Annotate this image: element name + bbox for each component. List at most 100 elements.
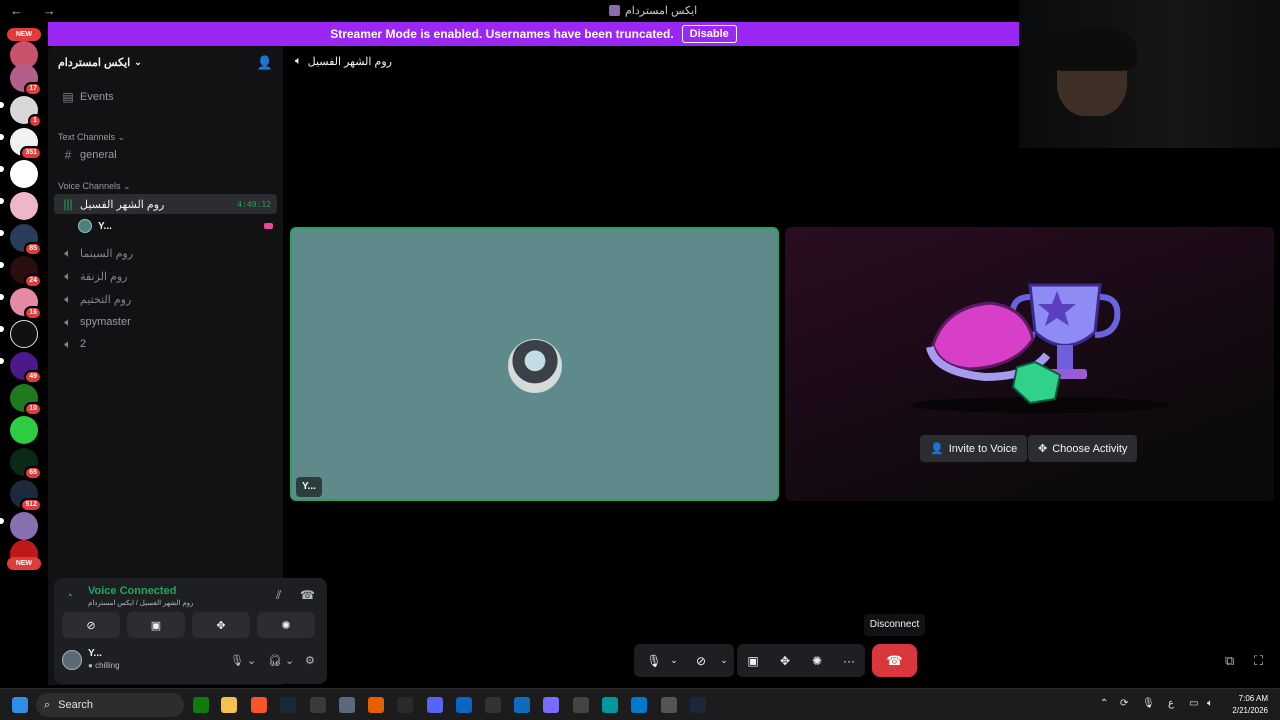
voice-channel[interactable]: 🔈︎ روم الزنقة xyxy=(54,266,277,286)
popout-icon[interactable]: ⧉ xyxy=(1225,653,1234,669)
microphone-icon[interactable]: 🎙︎ ⌄ xyxy=(230,654,256,667)
noise-suppression-icon[interactable]: ⫽ xyxy=(276,588,281,603)
avatar[interactable] xyxy=(62,650,82,670)
signal-icon[interactable]: ◔ xyxy=(66,590,73,602)
activity-label: Choose Activity xyxy=(1052,442,1128,455)
sync-icon[interactable]: ⟳ xyxy=(1120,698,1128,709)
voice-member[interactable]: Y... xyxy=(78,217,273,235)
steam-icon[interactable] xyxy=(690,697,706,713)
disconnect-icon[interactable]: ☎ xyxy=(300,588,315,602)
server-icon[interactable] xyxy=(10,320,38,348)
voice-category[interactable]: Voice Channels ⌄ xyxy=(58,181,131,192)
start-icon[interactable] xyxy=(12,697,28,713)
server-icon[interactable] xyxy=(10,160,38,188)
speaker-icon: 🔈︎ xyxy=(295,54,302,67)
share-screen-button[interactable]: ▣ xyxy=(739,644,767,677)
channel-sidebar: ايكس امستردام ⌄ 👤 ▤ Events Text Channels… xyxy=(48,46,327,685)
screen-share-icon: ▣ xyxy=(747,653,759,668)
terminal-icon[interactable] xyxy=(485,697,501,713)
microphone-button[interactable]: 🎙︎ xyxy=(642,644,666,677)
soundboard-button[interactable]: ✺ xyxy=(803,644,831,677)
server-icon[interactable]: 16 xyxy=(10,288,42,320)
channel-label: spymaster xyxy=(80,316,131,328)
app-icon[interactable] xyxy=(310,697,326,713)
speaker-icon: 🔈︎ xyxy=(64,291,72,306)
voice-channel[interactable]: 🔈︎ روم السينما xyxy=(54,243,277,263)
av-controls: 🎙︎ ⌄ ⊘ ⌄ xyxy=(634,644,734,677)
keyboard-language[interactable]: ع xyxy=(1168,698,1174,709)
app-icon[interactable] xyxy=(661,697,677,713)
soundboard-icon: ✺ xyxy=(281,619,291,632)
activities-icon: ✥ xyxy=(1038,443,1048,455)
events-item[interactable]: ▤ Events xyxy=(54,87,277,107)
invite-people-icon[interactable]: 👤 xyxy=(257,55,273,71)
taskbar-search[interactable]: ⌕ Search xyxy=(36,693,184,717)
vscode-icon[interactable] xyxy=(631,697,647,713)
steam-icon[interactable] xyxy=(280,697,296,713)
activities-button[interactable]: ✥ xyxy=(771,644,799,677)
voice-channel[interactable]: 🔈︎ روم التختيم xyxy=(54,289,277,309)
voice-channel-active[interactable]: ||| روم الشهر الفسيل 4:49:12 xyxy=(54,194,277,214)
nav-arrows[interactable]: ← → xyxy=(10,3,64,18)
more-options-button[interactable]: ··· xyxy=(835,644,863,677)
gear-icon[interactable]: ⚙ xyxy=(305,654,315,667)
server-icon[interactable]: 65 xyxy=(10,448,42,480)
new-badge: NEW xyxy=(7,28,41,41)
disable-button[interactable]: Disable xyxy=(681,25,737,43)
mic-options-chevron[interactable]: ⌄ xyxy=(666,644,682,677)
headphones-icon[interactable]: 🎧︎ ⌄ xyxy=(268,654,294,667)
clock[interactable]: 7:06 AM 2/21/2026 xyxy=(1232,693,1268,717)
share-screen-button[interactable]: ▣ xyxy=(127,612,185,638)
windows-taskbar: ⌕ Search ⌃ ⟳ 🎙︎ ع ▭ 🔈︎ 7:06 AM 2/21/2026 xyxy=(0,688,1280,720)
unread-dot xyxy=(0,230,4,236)
camera-options-chevron[interactable]: ⌄ xyxy=(716,644,732,677)
arduino-icon[interactable] xyxy=(602,697,618,713)
camera-button[interactable]: ⊘ xyxy=(686,644,716,677)
server-icon[interactable]: 85 xyxy=(10,224,42,256)
camera-off-button[interactable]: ⊘ xyxy=(62,612,120,638)
firefox-icon[interactable] xyxy=(368,697,384,713)
microphone-icon[interactable]: 🎙︎ xyxy=(1142,698,1155,709)
server-icon[interactable] xyxy=(10,512,38,540)
server-icon[interactable]: 24 xyxy=(10,256,42,288)
xbox-icon[interactable] xyxy=(193,697,209,713)
server-icon[interactable]: 10 xyxy=(10,384,42,416)
server-icon[interactable]: 351 xyxy=(10,128,42,160)
network-icon[interactable]: ▭ xyxy=(1189,698,1198,709)
voice-location[interactable]: روم الشهر الفسيل / ايكس امستردام xyxy=(88,599,193,607)
app-icon[interactable] xyxy=(573,697,589,713)
server-icon[interactable]: 1 xyxy=(10,96,42,128)
voice-channel[interactable]: 🔈︎ spymaster xyxy=(54,312,277,332)
activities-icon: ✥ xyxy=(779,653,791,668)
guild-header[interactable]: ايكس امستردام ⌄ 👤 xyxy=(48,46,283,78)
server-icon[interactable]: 49 xyxy=(10,352,42,384)
server-icon[interactable] xyxy=(10,192,38,220)
voice-channel[interactable]: 🔈︎ 2 xyxy=(54,334,277,354)
soundboard-button[interactable]: ✺ xyxy=(257,612,315,638)
app-icon[interactable] xyxy=(514,697,530,713)
voice-status[interactable]: Voice Connected xyxy=(88,585,176,597)
choose-activity-button[interactable]: ✥ Choose Activity xyxy=(1028,435,1138,462)
guild-name: ايكس امستردام xyxy=(58,56,131,69)
app-icon[interactable] xyxy=(397,697,413,713)
text-category[interactable]: Text Channels ⌄ xyxy=(58,132,125,143)
app-icon[interactable] xyxy=(339,697,355,713)
server-icon[interactable]: 17 xyxy=(10,64,42,96)
disconnect-button[interactable]: ☎ xyxy=(872,644,917,677)
participant-tile[interactable]: Y... xyxy=(290,227,779,501)
activities-button[interactable]: ✥ xyxy=(192,612,250,638)
volume-icon[interactable]: 🔈︎ xyxy=(1207,698,1213,709)
invite-to-voice-button[interactable]: 👤 Invite to Voice xyxy=(920,435,1028,462)
server-icon[interactable] xyxy=(10,416,38,444)
discord-icon[interactable] xyxy=(427,697,443,713)
chevron-up-icon[interactable]: ⌃ xyxy=(1100,698,1108,709)
server-icon[interactable]: 512 xyxy=(10,480,42,512)
channel-general[interactable]: # general xyxy=(54,145,277,165)
fullscreen-icon[interactable]: ⛶ xyxy=(1254,653,1263,669)
unread-dot xyxy=(0,134,4,140)
app-icon[interactable] xyxy=(456,697,472,713)
app-icon[interactable] xyxy=(543,697,559,713)
brave-icon[interactable] xyxy=(251,697,267,713)
file-explorer-icon[interactable] xyxy=(221,697,237,713)
chevron-down-icon: ⌄ xyxy=(134,56,142,67)
